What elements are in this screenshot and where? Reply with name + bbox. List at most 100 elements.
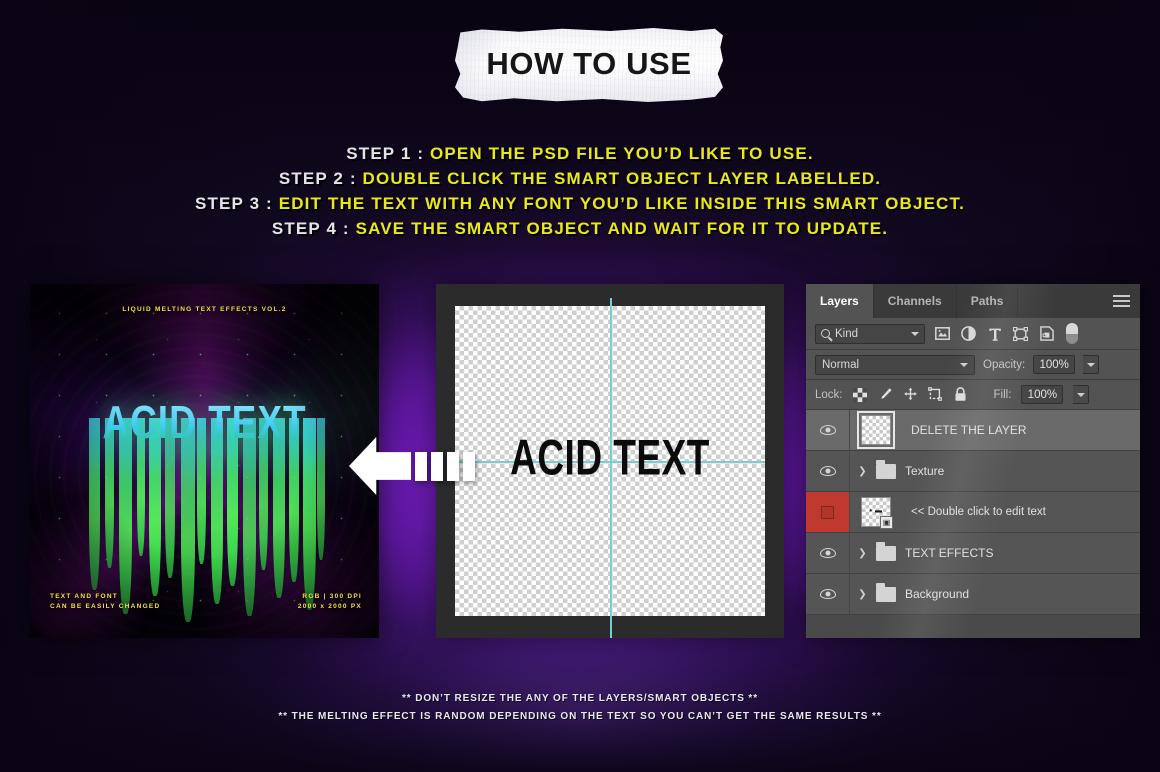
- tab-channels[interactable]: Channels: [874, 284, 957, 318]
- folder-icon: [876, 583, 896, 602]
- layer-filter-row: Kind: [806, 318, 1140, 350]
- filter-kind-select[interactable]: Kind: [815, 323, 925, 344]
- tab-layers[interactable]: Layers: [806, 284, 874, 318]
- filter-kind-value: Kind: [835, 327, 859, 340]
- artwork-top-label: LIQUID MELTING TEXT EFFECTS VOL.2: [122, 306, 287, 313]
- step-3-prefix: STEP 3 :: [195, 194, 279, 213]
- layer-visibility-toggle[interactable]: [806, 533, 850, 573]
- image-filter-icon[interactable]: [934, 325, 951, 342]
- table-row[interactable]: DELETE THE LAYER: [806, 410, 1140, 451]
- table-row[interactable]: ❯ Background: [806, 574, 1140, 615]
- layer-visibility-toggle[interactable]: [806, 492, 850, 532]
- arrow-dash-2: [431, 452, 443, 481]
- footer-line-2: ** THE MELTING EFFECT IS RANDOM DEPENDIN…: [278, 711, 882, 722]
- table-row[interactable]: ❯ Texture: [806, 451, 1140, 492]
- layer-visibility-toggle[interactable]: [806, 410, 850, 450]
- steps-list: STEP 1 : OPEN THE PSD FILE YOU’D LIKE TO…: [0, 141, 1160, 241]
- layer-visibility-toggle[interactable]: [806, 451, 850, 491]
- layer-name-background[interactable]: Background: [905, 587, 969, 601]
- step-4-body: SAVE THE SMART OBJECT AND WAIT FOR IT TO…: [355, 219, 889, 238]
- artwork-preview-panel: ACID TEXT LIQUID MELTING TEXT EFFECTS VO…: [30, 284, 379, 638]
- smart-object-filter-icon[interactable]: [1038, 325, 1055, 342]
- layers-list: DELETE THE LAYER ❯ Texture ▪ ▬ ▣ << Doub…: [806, 410, 1140, 615]
- adjustment-filter-icon[interactable]: [960, 325, 977, 342]
- folder-icon: [876, 460, 896, 479]
- lock-position-icon[interactable]: [903, 387, 918, 402]
- artwork-bl-line-1: TEXT AND FONT: [50, 593, 119, 600]
- step-3-body: EDIT THE TEXT WITH ANY FONT YOU’D LIKE I…: [278, 194, 965, 213]
- table-row[interactable]: ▪ ▬ ▣ << Double click to edit text: [806, 492, 1140, 533]
- shape-filter-icon[interactable]: [1012, 325, 1029, 342]
- layer-name-texture[interactable]: Texture: [905, 464, 944, 478]
- chevron-down-icon: [960, 362, 968, 367]
- footer-line-1: ** DON’T RESIZE THE ANY OF THE LAYERS/SM…: [401, 693, 759, 704]
- artwork-vignette: [30, 284, 379, 638]
- layer-thumbnail[interactable]: [857, 411, 895, 449]
- fill-stepper[interactable]: [1073, 385, 1090, 404]
- step-line-3: STEP 3 : EDIT THE TEXT WITH ANY FONT YOU…: [0, 191, 1160, 216]
- blend-mode-value: Normal: [822, 358, 860, 371]
- chevron-down-icon: [911, 331, 919, 336]
- filter-toggle-pill[interactable]: [1066, 323, 1078, 344]
- lock-row: Lock: Fill: 100%: [806, 380, 1140, 410]
- layer-name-double-click-to-edit-text[interactable]: << Double click to edit text: [911, 506, 1046, 518]
- tab-paths[interactable]: Paths: [957, 284, 1019, 318]
- smart-object-thumbnail[interactable]: ▪ ▬ ▣: [861, 497, 893, 529]
- arrow-dash-1: [415, 452, 427, 481]
- artwork-bottom-right-label: RGB | 300 DPI 2000 x 2000 PX: [298, 592, 362, 611]
- opacity-stepper[interactable]: [1083, 355, 1100, 374]
- group-expand-chevron-icon[interactable]: ❯: [856, 548, 869, 559]
- eye-icon: [819, 548, 836, 558]
- panel-tab-bar: Layers Channels Paths: [806, 284, 1140, 318]
- blend-mode-row: Normal Opacity: 100%: [806, 350, 1140, 380]
- table-row[interactable]: ❯ TEXT EFFECTS: [806, 533, 1140, 574]
- layer-thumbnail-cell: [850, 411, 902, 449]
- step-line-2: STEP 2 : DOUBLE CLICK THE SMART OBJECT L…: [0, 166, 1160, 191]
- page-title: HOW TO USE: [486, 46, 692, 81]
- opacity-label: Opacity:: [983, 358, 1026, 371]
- chevron-down-icon: [1086, 362, 1095, 367]
- chevron-down-icon: [1076, 392, 1085, 397]
- blend-mode-select[interactable]: Normal: [815, 354, 975, 375]
- lock-label: Lock:: [815, 388, 843, 401]
- step-1-prefix: STEP 1 :: [346, 144, 431, 163]
- direction-arrow: [349, 437, 475, 495]
- arrow-left-icon: [349, 437, 411, 495]
- fill-label: Fill:: [993, 388, 1012, 401]
- step-line-1: STEP 1 : OPEN THE PSD FILE YOU’D LIKE TO…: [0, 141, 1160, 166]
- artwork-bottom-left-label: TEXT AND FONT CAN BE EASILY CHANGED: [50, 592, 160, 611]
- eye-icon: [819, 425, 836, 435]
- lock-image-pixels-icon[interactable]: [878, 387, 893, 402]
- smart-object-canvas-panel: ACID TEXT: [436, 284, 784, 638]
- group-expand-chevron-icon[interactable]: ❯: [856, 589, 869, 600]
- eye-off-icon: [821, 505, 834, 519]
- smart-object-badge-icon: ▣: [880, 516, 893, 529]
- lock-transparent-pixels-icon[interactable]: [853, 387, 868, 402]
- type-filter-icon[interactable]: [986, 325, 1003, 342]
- arrow-dash-4: [463, 452, 475, 481]
- folder-icon: [876, 542, 896, 561]
- step-2-prefix: STEP 2 :: [278, 169, 363, 188]
- step-1-body: OPEN THE PSD FILE YOU’D LIKE TO USE.: [430, 144, 814, 163]
- step-2-body: DOUBLE CLICK THE SMART OBJECT LAYER LABE…: [362, 169, 882, 188]
- guide-vertical: [610, 298, 612, 638]
- lock-artboard-nesting-icon[interactable]: [927, 387, 943, 402]
- step-4-prefix: STEP 4 :: [271, 219, 356, 238]
- panels-row: ACID TEXT LIQUID MELTING TEXT EFFECTS VO…: [0, 284, 1160, 639]
- thumbnail-content-mark: ▪ ▬: [869, 507, 883, 515]
- group-expand-chevron-icon[interactable]: ❯: [856, 466, 869, 477]
- fill-value[interactable]: 100%: [1021, 385, 1064, 404]
- search-icon: [821, 329, 830, 338]
- arrow-dash-3: [447, 452, 459, 481]
- footer-notes: ** DON’T RESIZE THE ANY OF THE LAYERS/SM…: [0, 690, 1160, 726]
- artwork-br-line-1: RGB | 300 DPI: [302, 593, 362, 600]
- layer-name-delete-the-layer[interactable]: DELETE THE LAYER: [911, 423, 1027, 437]
- artwork-br-line-2: 2000 x 2000 PX: [297, 602, 362, 610]
- hamburger-menu-icon[interactable]: [1113, 295, 1130, 307]
- opacity-value[interactable]: 100%: [1033, 355, 1076, 374]
- photoshop-layers-panel: Layers Channels Paths Kind Normal Opacit…: [806, 284, 1140, 638]
- lock-all-icon[interactable]: [953, 387, 968, 402]
- layer-name-text-effects[interactable]: TEXT EFFECTS: [905, 546, 993, 560]
- layer-thumbnail-cell: ▪ ▬ ▣: [850, 497, 902, 529]
- layer-visibility-toggle[interactable]: [806, 574, 850, 614]
